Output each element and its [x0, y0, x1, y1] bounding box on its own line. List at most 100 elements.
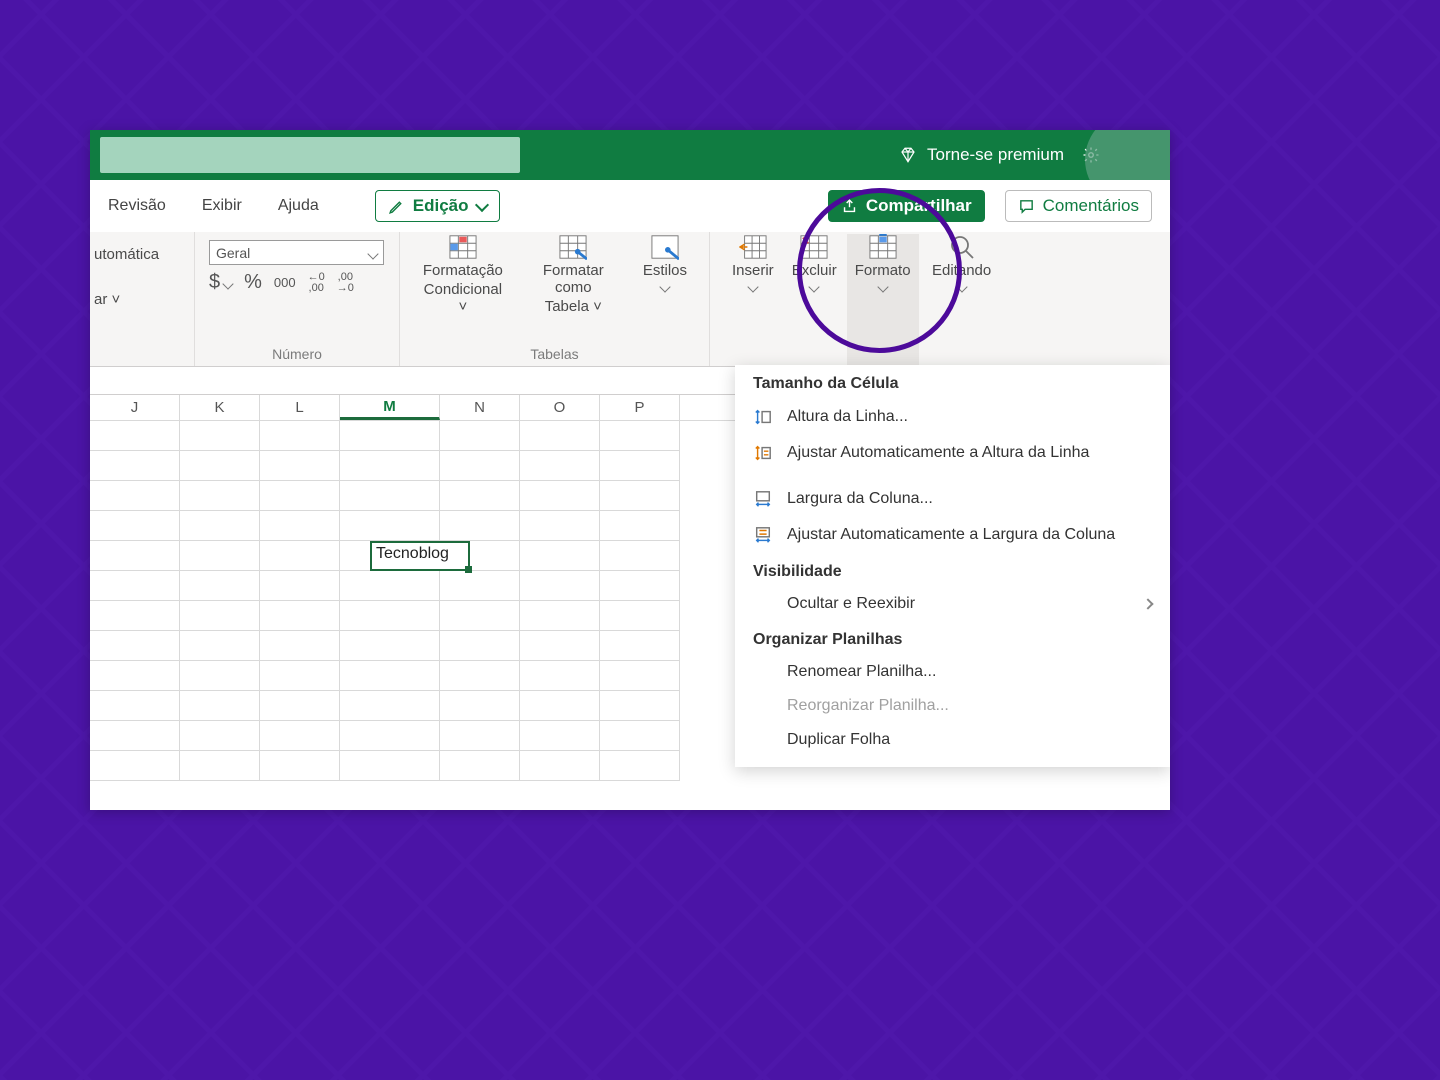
cell[interactable] [260, 511, 340, 541]
share-button[interactable]: Compartilhar [828, 190, 985, 222]
active-cell[interactable]: Tecnoblog [370, 541, 470, 571]
cell[interactable] [180, 631, 260, 661]
cell[interactable] [340, 451, 440, 481]
cell[interactable] [520, 541, 600, 571]
cell[interactable] [180, 511, 260, 541]
cell[interactable] [340, 601, 440, 631]
cell[interactable] [260, 571, 340, 601]
editing-mode-dropdown[interactable]: Edição [375, 190, 500, 222]
cell[interactable] [600, 691, 680, 721]
col-header-P[interactable]: P [600, 395, 680, 420]
cell[interactable] [520, 721, 600, 751]
cell[interactable] [260, 421, 340, 451]
col-header-N[interactable]: N [440, 395, 520, 420]
percent-button[interactable]: % [244, 271, 262, 294]
cell[interactable] [260, 451, 340, 481]
cell[interactable] [520, 631, 600, 661]
cell[interactable] [600, 541, 680, 571]
cell[interactable] [520, 571, 600, 601]
cell[interactable] [600, 661, 680, 691]
menu-row-height[interactable]: Altura da Linha... [735, 399, 1170, 435]
col-header-K[interactable]: K [180, 395, 260, 420]
cell[interactable] [260, 751, 340, 781]
cell[interactable] [340, 511, 440, 541]
cell[interactable] [520, 511, 600, 541]
cell[interactable] [440, 691, 520, 721]
currency-button[interactable]: $ [209, 271, 220, 294]
cell[interactable] [340, 661, 440, 691]
cell[interactable] [440, 571, 520, 601]
cell[interactable] [90, 451, 180, 481]
cell[interactable] [440, 511, 520, 541]
cell[interactable] [440, 661, 520, 691]
cell[interactable] [520, 481, 600, 511]
col-header-L[interactable]: L [260, 395, 340, 420]
cell[interactable] [440, 481, 520, 511]
comma-button[interactable]: 000 [274, 275, 296, 290]
cell[interactable] [520, 661, 600, 691]
col-header-M[interactable]: M [340, 395, 440, 420]
cell[interactable] [90, 571, 180, 601]
premium-link[interactable]: Torne-se premium [899, 145, 1064, 165]
cell[interactable] [260, 691, 340, 721]
cell[interactable] [600, 601, 680, 631]
cell[interactable] [520, 691, 600, 721]
cell[interactable] [260, 661, 340, 691]
cell[interactable] [90, 601, 180, 631]
cell[interactable] [90, 721, 180, 751]
format-button[interactable]: Formato [847, 234, 919, 366]
cell[interactable] [90, 481, 180, 511]
cell[interactable] [260, 721, 340, 751]
cell[interactable] [600, 421, 680, 451]
cell[interactable] [340, 571, 440, 601]
menu-autofit-col[interactable]: Ajustar Automaticamente a Largura da Col… [735, 517, 1170, 553]
cell[interactable] [340, 721, 440, 751]
cell[interactable] [440, 451, 520, 481]
merge-partial-label[interactable]: ar ˅ [94, 291, 186, 308]
cell[interactable] [600, 511, 680, 541]
delete-button[interactable]: Excluir [784, 234, 845, 366]
cell[interactable] [260, 481, 340, 511]
cell[interactable] [90, 751, 180, 781]
cell[interactable] [440, 601, 520, 631]
cell[interactable] [440, 631, 520, 661]
cell[interactable] [440, 721, 520, 751]
cell[interactable] [180, 691, 260, 721]
cell[interactable] [90, 511, 180, 541]
editing-button[interactable]: Editando [924, 234, 999, 366]
cell[interactable] [520, 451, 600, 481]
cell[interactable] [180, 601, 260, 631]
tab-exibir[interactable]: Exibir [184, 197, 260, 215]
tab-ajuda[interactable]: Ajuda [260, 197, 337, 215]
cell[interactable] [600, 751, 680, 781]
cell[interactable] [340, 481, 440, 511]
cell[interactable] [180, 721, 260, 751]
tab-revisao[interactable]: Revisão [90, 197, 184, 215]
cell[interactable] [600, 481, 680, 511]
cell[interactable] [520, 601, 600, 631]
cell[interactable] [440, 421, 520, 451]
cell[interactable] [180, 481, 260, 511]
cell[interactable] [520, 421, 600, 451]
search-input[interactable] [100, 137, 520, 173]
menu-rename-sheet[interactable]: Renomear Planilha... [735, 655, 1170, 689]
cell[interactable] [520, 751, 600, 781]
comments-button[interactable]: Comentários [1005, 190, 1152, 222]
cell[interactable] [340, 751, 440, 781]
cell[interactable] [260, 631, 340, 661]
cell[interactable] [600, 571, 680, 601]
cell[interactable] [90, 661, 180, 691]
cell[interactable] [180, 541, 260, 571]
cell[interactable] [260, 541, 340, 571]
cell[interactable] [600, 451, 680, 481]
cell[interactable] [90, 421, 180, 451]
cell[interactable] [260, 601, 340, 631]
increase-decimal-button[interactable]: ←0 ,00 [308, 272, 325, 294]
cell[interactable] [90, 541, 180, 571]
cell[interactable] [340, 691, 440, 721]
number-format-select[interactable]: Geral [209, 240, 384, 265]
cell[interactable] [180, 751, 260, 781]
cell[interactable] [340, 421, 440, 451]
cell[interactable] [440, 751, 520, 781]
cell[interactable] [180, 421, 260, 451]
